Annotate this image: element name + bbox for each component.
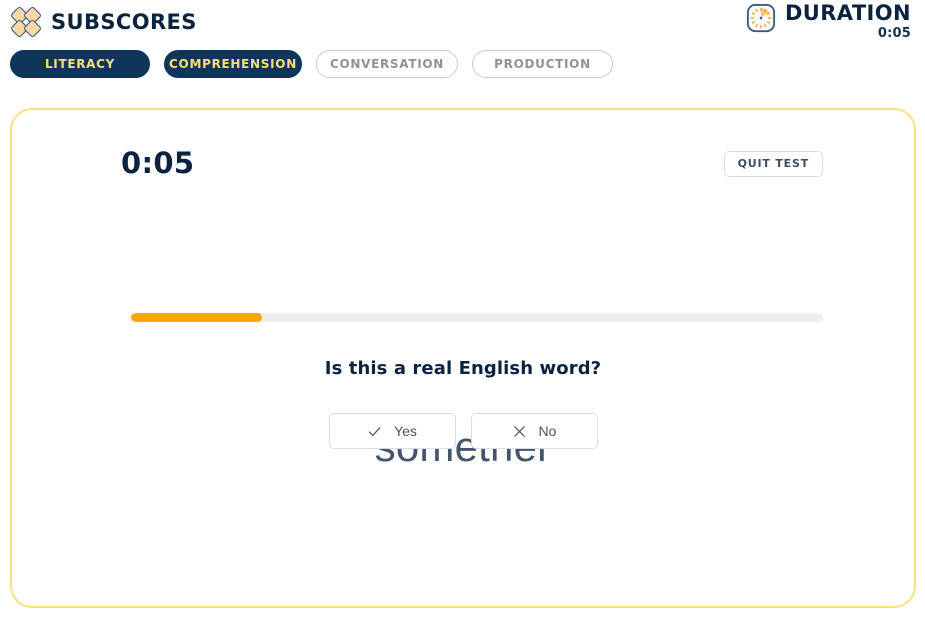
cross-icon (513, 425, 525, 437)
duration-text: DURATION 0:05 (785, 2, 911, 44)
card-top-row: 0:05 QUIT TEST (121, 149, 823, 178)
answer-yes-label: Yes (394, 423, 417, 439)
tab-production[interactable]: PRODUCTION (472, 50, 613, 78)
test-card: 0:05 QUIT TEST Is this a real English wo… (10, 108, 916, 608)
tab-comprehension[interactable]: COMPREHENSION (164, 50, 302, 78)
page-title: SUBSCORES (51, 9, 197, 34)
progress-bar (131, 313, 823, 322)
duration-label: DURATION (784, 1, 911, 26)
check-icon (368, 426, 381, 436)
clock-timer-icon (746, 4, 776, 33)
brand: SUBSCORES (10, 6, 197, 38)
answer-no-button[interactable]: No (470, 413, 598, 449)
test-timer: 0:05 (121, 146, 195, 180)
app-header: SUBSCORES DURATION 0:05 (0, 0, 925, 44)
progress-bar-fill (131, 313, 263, 322)
answer-buttons: Yes No (12, 413, 914, 449)
duration-block: DURATION 0:05 (746, 0, 911, 44)
quit-test-button[interactable]: QUIT TEST (723, 150, 823, 177)
answer-no-label: No (538, 423, 557, 439)
subscore-tabs: LITERACY COMPREHENSION CONVERSATION PROD… (10, 50, 613, 78)
tab-conversation[interactable]: CONVERSATION (316, 50, 458, 78)
question-text: Is this a real English word? (324, 358, 602, 379)
diamond-cluster-logo-icon (11, 7, 41, 37)
answer-yes-button[interactable]: Yes (328, 413, 456, 449)
duration-value: 0:05 (877, 26, 911, 42)
tab-literacy[interactable]: LITERACY (10, 50, 150, 78)
